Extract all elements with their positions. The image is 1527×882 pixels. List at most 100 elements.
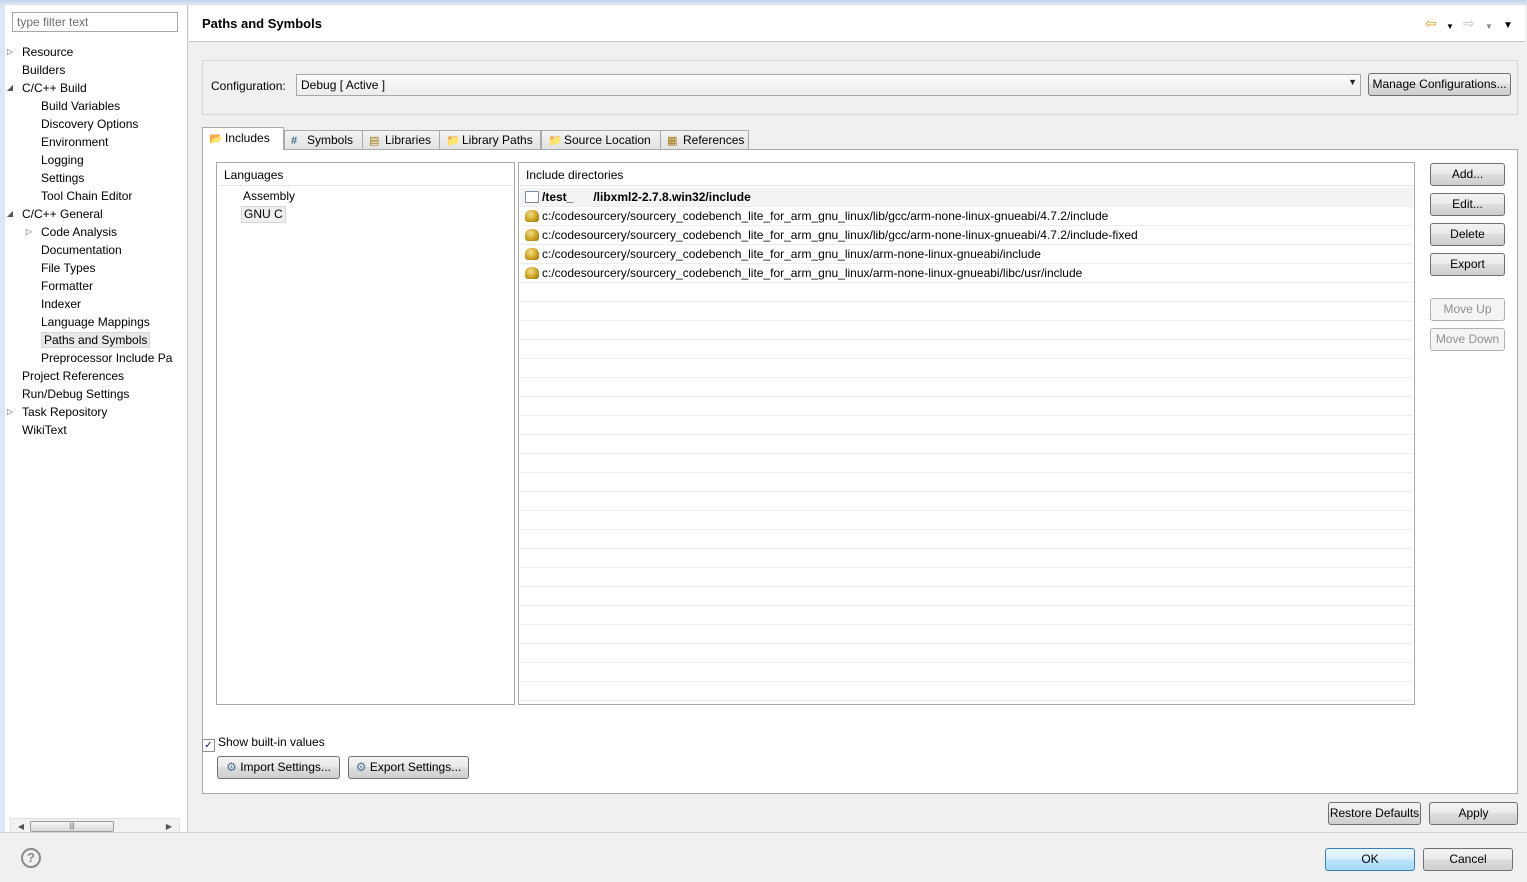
tree-item[interactable]: Discovery Options — [38, 115, 138, 133]
empty-table-row — [520, 663, 1413, 682]
delete-button[interactable]: Delete — [1430, 223, 1505, 246]
empty-table-row — [520, 435, 1413, 454]
languages-header: Languages — [218, 164, 513, 186]
forward-menu-chevron-icon[interactable]: ▼ — [1485, 19, 1493, 35]
tree-item[interactable]: Builders — [19, 61, 65, 79]
tab-libraries[interactable]: ▤ Libraries — [362, 130, 440, 150]
tree-item[interactable]: Formatter — [38, 277, 93, 295]
tab-label: Library Paths — [462, 133, 533, 147]
languages-list[interactable]: Languages Assembly GNU C — [216, 162, 515, 705]
language-item[interactable]: Assembly — [241, 188, 297, 205]
tree-item[interactable]: Run/Debug Settings — [19, 385, 129, 403]
tree-item-label: C/C++ General — [22, 207, 103, 221]
language-item[interactable]: GNU C — [241, 206, 286, 223]
tree-item[interactable]: Environment — [38, 133, 108, 151]
tab-label: Source Location — [564, 133, 651, 147]
filter-input[interactable] — [12, 12, 178, 32]
tree-item[interactable]: Indexer — [38, 295, 81, 313]
tree-item[interactable]: Language Mappings — [38, 313, 150, 331]
move-down-button[interactable]: Move Down — [1430, 328, 1505, 351]
back-menu-chevron-icon[interactable]: ▼ — [1446, 19, 1454, 35]
tree-item[interactable]: Tool Chain Editor — [38, 187, 132, 205]
tree-item-label: Tool Chain Editor — [41, 189, 133, 203]
forward-arrow-icon[interactable]: ⇨ — [1463, 15, 1475, 31]
tab-library-paths[interactable]: 📁 Library Paths — [439, 130, 541, 150]
tree-item-label: Documentation — [41, 243, 122, 257]
tree-item[interactable]: Paths and Symbols — [38, 331, 151, 349]
restore-defaults-button[interactable]: Restore Defaults — [1328, 802, 1421, 825]
apply-button[interactable]: Apply — [1429, 802, 1518, 825]
tree-item-label: Language Mappings — [41, 315, 150, 329]
table-row[interactable]: /test_ /libxml2-2.7.8.win32/include — [520, 188, 1413, 207]
export-settings-button[interactable]: ⚙ Export Settings... — [348, 756, 469, 779]
import-settings-label: Import Settings... — [240, 760, 331, 774]
project-include-icon — [525, 191, 539, 203]
include-directories-table[interactable]: Include directories /test_ /libxml2-2.7.… — [518, 162, 1415, 705]
tree-item[interactable]: Settings — [38, 169, 84, 187]
checkbox-check-icon[interactable]: ✓ — [202, 739, 215, 752]
preferences-tree-pane: ▷ Resource Builders ◢ C/C++ Build Build Varia… — [5, 5, 188, 835]
tab-includes[interactable]: 📂 Includes — [202, 127, 284, 150]
tree-expanded-icon[interactable]: ◢ — [5, 205, 15, 223]
tree-item-label: Preprocessor Include Pa — [41, 351, 173, 365]
tree-item[interactable]: WikiText — [19, 421, 67, 439]
tree-item[interactable]: File Types — [38, 259, 95, 277]
page-header: Paths and Symbols ⇦ ▼ ⇨ ▼ ▼ — [189, 5, 1525, 42]
add-button[interactable]: Add... — [1430, 163, 1505, 186]
configuration-select[interactable]: Debug [ Active ] ▼ — [296, 74, 1361, 96]
tree-item-label: Run/Debug Settings — [22, 387, 130, 401]
include-path: c:/codesourcery/sourcery_codebench_lite_… — [542, 266, 1083, 280]
tree-expanded-icon[interactable]: ◢ — [5, 79, 15, 97]
tree-collapsed-icon[interactable]: ▷ — [24, 223, 34, 241]
tree-collapsed-icon[interactable]: ▷ — [5, 43, 15, 61]
empty-table-row — [520, 568, 1413, 587]
tree-item[interactable]: ▷ Task Repository — [7, 403, 108, 421]
help-icon[interactable]: ? — [21, 848, 41, 868]
tab-source-location[interactable]: 📁 Source Location — [541, 130, 661, 150]
import-settings-button[interactable]: ⚙ Import Settings... — [217, 756, 340, 779]
tree-item[interactable]: Preprocessor Include Pa — [38, 349, 172, 367]
tab-label: Libraries — [385, 133, 432, 147]
edit-button[interactable]: Edit... — [1430, 193, 1505, 216]
property-page: Paths and Symbols ⇦ ▼ ⇨ ▼ ▼ Configuratio… — [189, 5, 1525, 832]
empty-table-row — [520, 606, 1413, 625]
tab-symbols[interactable]: # Symbols — [284, 130, 363, 150]
tree-item-label: Discovery Options — [41, 117, 139, 131]
libraries-icon: ▤ — [369, 135, 380, 147]
tree-collapsed-icon[interactable]: ▷ — [5, 403, 15, 421]
view-menu-icon[interactable]: ▼ — [1503, 18, 1513, 34]
tree-item-label: Project References — [22, 369, 125, 383]
builtin-include-icon — [525, 267, 539, 279]
empty-table-row — [520, 473, 1413, 492]
move-up-button[interactable]: Move Up — [1430, 298, 1505, 321]
empty-table-row — [520, 416, 1413, 435]
tree-item[interactable]: Project References — [19, 367, 124, 385]
tree-item[interactable]: Logging — [38, 151, 84, 169]
table-row[interactable]: c:/codesourcery/sourcery_codebench_lite_… — [520, 207, 1413, 226]
back-arrow-icon[interactable]: ⇦ — [1425, 15, 1437, 31]
empty-table-row — [520, 340, 1413, 359]
tree-item-label: Code Analysis — [41, 225, 118, 239]
table-row[interactable]: c:/codesourcery/sourcery_codebench_lite_… — [520, 226, 1413, 245]
tree-item[interactable]: ◢ C/C++ General — [7, 205, 103, 223]
export-settings-icon: ⚙ — [355, 760, 367, 774]
tree-item[interactable]: ▷ Resource — [7, 43, 73, 61]
tree-item[interactable]: Build Variables — [38, 97, 120, 115]
table-row[interactable]: c:/codesourcery/sourcery_codebench_lite_… — [520, 264, 1413, 283]
empty-table-row — [520, 625, 1413, 644]
show-builtin-checkbox[interactable]: ✓ Show built-in values — [202, 735, 325, 752]
export-button[interactable]: Export — [1430, 253, 1505, 276]
table-row[interactable]: c:/codesourcery/sourcery_codebench_lite_… — [520, 245, 1413, 264]
empty-table-row — [520, 454, 1413, 473]
tree-item[interactable]: ▷ Code Analysis — [26, 223, 118, 241]
cancel-button[interactable]: Cancel — [1423, 848, 1513, 871]
tree-item[interactable]: ◢ C/C++ Build — [7, 79, 87, 97]
manage-configurations-button[interactable]: Manage Configurations... — [1368, 73, 1511, 96]
tree-item-label: Task Repository — [22, 405, 108, 419]
tree-item[interactable]: Documentation — [38, 241, 122, 259]
tab-references[interactable]: ▦ References — [660, 130, 749, 150]
scroll-thumb[interactable]: ||| — [30, 821, 114, 832]
preferences-tree: ▷ Resource Builders ◢ C/C++ Build Build Varia… — [5, 37, 181, 807]
include-path: c:/codesourcery/sourcery_codebench_lite_… — [542, 247, 1041, 261]
ok-button[interactable]: OK — [1325, 848, 1415, 871]
